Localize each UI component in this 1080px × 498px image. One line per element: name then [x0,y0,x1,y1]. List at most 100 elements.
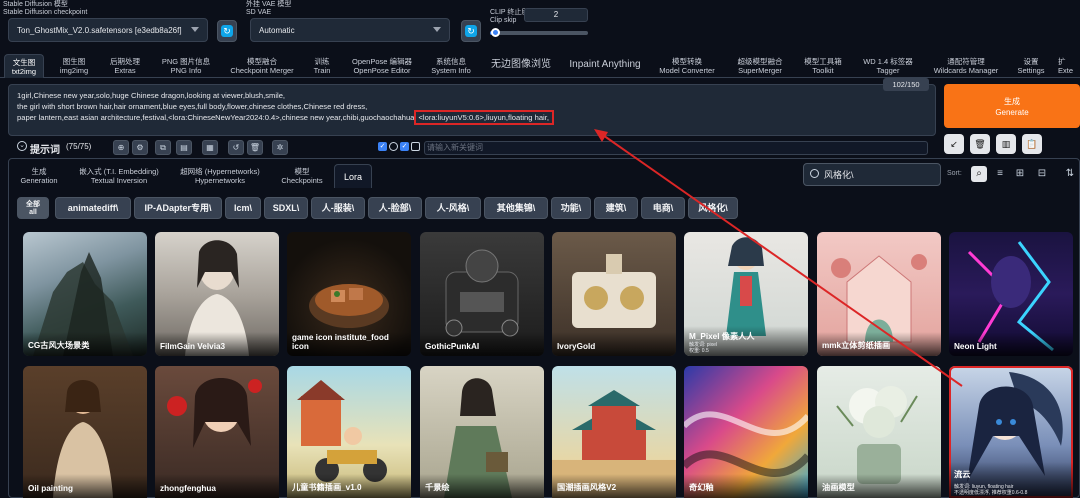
sort-name-icon[interactable]: ≡ [992,166,1008,182]
vae-label: 外挂 VAE 模型 SD VAE [246,1,292,16]
globe-icon[interactable]: ⊕ [113,140,129,155]
trash-icon[interactable]: 🗑 [247,140,263,155]
filter-stylized[interactable]: 风格化\ [688,197,738,219]
lora-card[interactable]: M_Pixel 像素人人 触发词: pixel 权重: 0.5 [684,232,808,356]
card-label: 儿童书籍插画_v1.0 [287,474,411,498]
copy-icon[interactable]: ⧉ [155,140,171,155]
filter-architecture[interactable]: 建筑\ [594,197,638,219]
paste-button[interactable]: 📋 [1022,134,1042,154]
collapse-chevron-icon[interactable]: ⌄ [17,141,27,151]
filter-lcm[interactable]: lcm\ [225,197,261,219]
tab-extras[interactable]: 后期处理 Extras [100,54,150,78]
prompt-textarea[interactable]: 1girl,Chinese new year,solo,huge Chinese… [8,84,936,136]
lora-card[interactable]: mmk立体剪纸插画 [817,232,941,356]
clip-skip-slider[interactable] [490,28,588,37]
tab-openpose-editor[interactable]: OpenPose 编辑器 OpenPose Editor [345,54,419,78]
settings-icon[interactable]: ✲ [272,140,288,155]
tab-infinite-browser[interactable]: 无边图像浏览 [485,54,557,78]
card-label: IvoryGold [552,332,676,356]
filter-ecommerce[interactable]: 电商\ [641,197,685,219]
network-tab-generation[interactable]: 生成 Generation [18,164,60,188]
lora-card[interactable]: 国潮插画风格V2 [552,366,676,498]
styles-button[interactable]: ▥ [996,134,1016,154]
network-tab-textual-inversion[interactable]: 嵌入式 (T.I. Embedding) Textual Inversion [72,164,166,188]
sort-date-created-icon[interactable]: ⊞ [1012,166,1028,182]
network-tab-checkpoints[interactable]: 模型 Checkpoints [278,164,326,188]
gear-icon[interactable]: ⚙ [132,140,148,155]
lora-card[interactable]: 千景绘 [420,366,544,498]
card-label: FilmGain Velvia3 [155,332,279,356]
prompt-line-2: the girl with short brown hair,hair orna… [17,102,368,111]
refresh-checkpoint-button[interactable]: ↻ [217,20,237,42]
refresh-icon: ↻ [221,25,233,37]
tab-checkpoint-merger[interactable]: 模型融合 Checkpoint Merger [224,54,300,78]
network-search-input[interactable]: 风格化\ [803,163,941,186]
filter-face[interactable]: 人-脸部\ [368,197,422,219]
tab-inpaint-anything[interactable]: Inpaint Anything [565,54,645,78]
card-label: Neon Light [949,332,1073,356]
tab-model-converter[interactable]: 模型转换 Model Converter [655,54,719,78]
filter-animatediff[interactable]: animatediff\ [55,197,131,219]
filter-sdxl[interactable]: SDXL\ [264,197,308,219]
prompt-line-1: 1girl,Chinese new year,solo,huge Chinese… [17,91,286,100]
clock-icon[interactable] [389,142,398,151]
tab-system-info[interactable]: 系统信息 System Info [426,54,476,78]
filter-people-style[interactable]: 人-风格\ [425,197,481,219]
prompt-label: 提示词 [30,145,60,156]
grid-icon[interactable]: ▦ [202,140,218,155]
lora-card[interactable]: FilmGain Velvia3 [155,232,279,356]
card-label: Oil painting [23,474,147,498]
lora-card-selected[interactable]: 流云 触发词: liuyun, floating hair 不透明度低漂浮, 推… [949,366,1073,498]
sort-path-icon[interactable]: ⌕ [971,166,987,182]
clip-skip-input[interactable]: 2 [524,8,588,22]
vae-select[interactable]: Automatic [250,18,450,42]
network-tab-hypernetworks[interactable]: 超网络 (Hypernetworks) Hypernetworks [176,164,264,188]
tab-txt2img[interactable]: 文生图 txt2img [4,54,44,78]
layers-icon[interactable] [411,142,420,151]
search-icon [810,169,819,178]
history-icon[interactable]: ↺ [228,140,244,155]
lora-card[interactable]: Neon Light [949,232,1073,356]
clear-prompt-button[interactable]: 🗑 [970,134,990,154]
tag-input[interactable]: 请输入新关键词 [424,141,928,155]
lora-card[interactable]: game icon institute_food icon [287,232,411,356]
filter-ip-adapter[interactable]: IP-ADapter专用\ [134,197,222,219]
lora-card[interactable]: Oil painting [23,366,147,498]
filter-misc[interactable]: 其他集锦\ [484,197,548,219]
network-tab-lora[interactable]: Lora [334,164,372,188]
filter-function[interactable]: 功能\ [551,197,591,219]
document-icon[interactable]: ▤ [176,140,192,155]
tab-toolkit[interactable]: 模型工具箱 Toolkit [800,54,846,78]
card-label: CG古风大场景类 [23,332,147,356]
checkbox-2[interactable]: ✓ [400,142,409,151]
lora-card[interactable]: IvoryGold [552,232,676,356]
tab-png-info[interactable]: PNG 图片信息 PNG Info [155,54,217,78]
token-counter: 102/150 [883,78,929,91]
tab-wildcards-manager[interactable]: 通配符管理 Wildcards Manager [930,54,1002,78]
lora-card[interactable]: 油画模型 [817,366,941,498]
checkbox-1[interactable]: ✓ [378,142,387,151]
lora-card[interactable]: GothicPunkAI [420,232,544,356]
refresh-vae-button[interactable]: ↻ [461,20,481,42]
tab-extensions[interactable]: 扩 Exte [1058,54,1080,78]
checkpoint-select[interactable]: Ton_GhostMix_V2.0.safetensors [e3edb8a26… [8,18,208,42]
tab-settings[interactable]: 设置 Settings [1012,54,1050,78]
tab-img2img[interactable]: 图生图 img2img [52,54,96,78]
filter-all[interactable]: 全部 all [17,197,49,219]
lora-card[interactable]: CG古风大场景类 [23,232,147,356]
tab-tagger[interactable]: WD 1.4 标签器 Tagger [856,54,920,78]
lora-card[interactable]: 儿童书籍插画_v1.0 [287,366,411,498]
lora-card[interactable]: 奇幻釉 [684,366,808,498]
generate-button[interactable]: 生成 Generate [944,84,1080,128]
sort-date-modified-icon[interactable]: ⊟ [1034,166,1050,182]
read-params-button[interactable]: ↙ [944,134,964,154]
tab-train[interactable]: 训练 Train [306,54,338,78]
sort-order-icon[interactable]: ⇅ [1062,166,1078,182]
lora-card[interactable]: zhongfenghua [155,366,279,498]
tab-supermerger[interactable]: 超级模型融合 SuperMerger [728,54,792,78]
chevron-down-icon [191,27,199,32]
prompt-line-3: paper lantern,east asian architecture,fe… [17,110,554,125]
filter-clothing[interactable]: 人-服装\ [311,197,365,219]
prompt-token-count: (75/75) [66,142,92,151]
card-label: 国潮插画风格V2 [552,474,676,498]
